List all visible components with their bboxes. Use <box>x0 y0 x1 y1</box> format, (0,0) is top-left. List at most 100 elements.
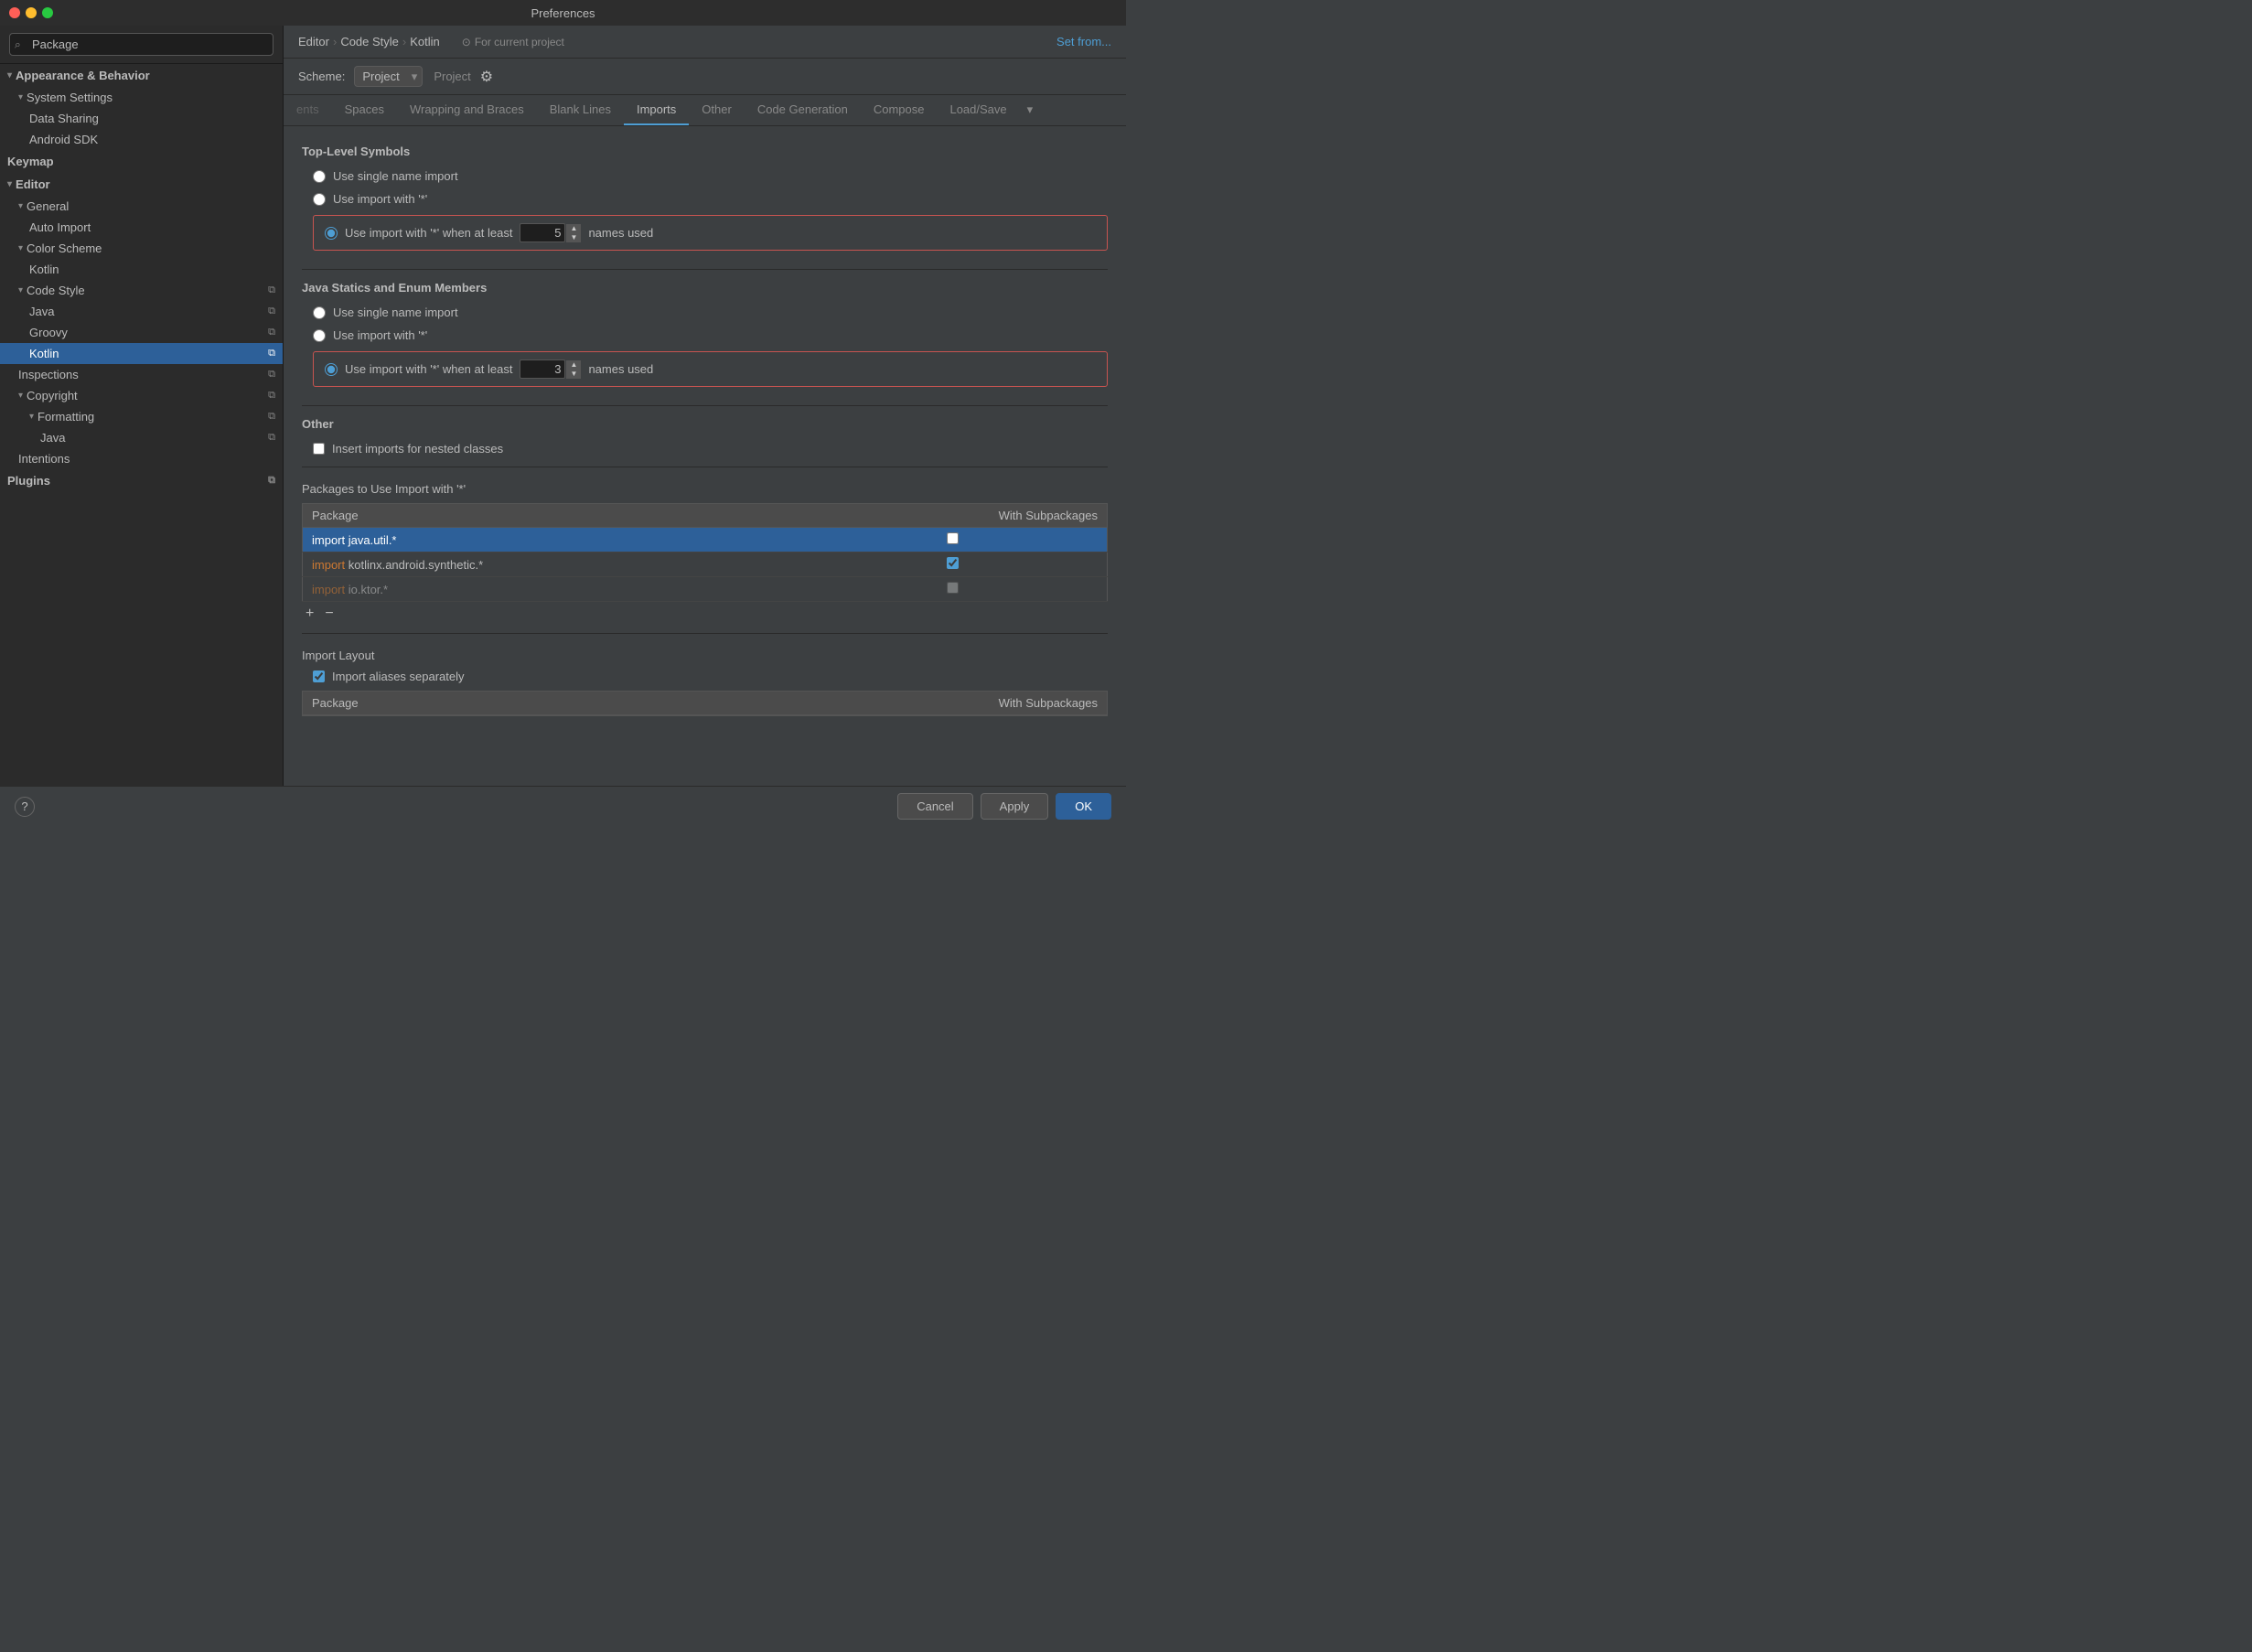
minimize-button[interactable] <box>26 7 37 18</box>
package-cell: import kotlinx.android.synthetic.* <box>303 552 799 577</box>
search-input[interactable] <box>9 33 273 56</box>
other-title: Other <box>302 417 1108 431</box>
tls-spinner-up[interactable]: ▲ <box>566 224 581 233</box>
scheme-row: Scheme: Project Project ⚙ <box>284 59 1126 95</box>
tab-ents[interactable]: ents <box>284 95 332 125</box>
subpackages-cell <box>799 552 1107 577</box>
maximize-button[interactable] <box>42 7 53 18</box>
sidebar-item-general[interactable]: ▾ General <box>0 196 283 217</box>
sidebar-item-editor[interactable]: ▾ Editor <box>0 173 283 196</box>
subpackages-cell <box>799 577 1107 602</box>
copy-icon: ⧉ <box>268 369 275 381</box>
scheme-gear-button[interactable]: ⚙ <box>480 68 493 86</box>
radio-tls-single[interactable] <box>313 170 326 183</box>
radio-js-single[interactable] <box>313 306 326 319</box>
table-actions: + − <box>302 606 1108 622</box>
cancel-button[interactable]: Cancel <box>897 793 972 820</box>
packages-col-header-package: Package <box>303 504 799 528</box>
sidebar-item-kotlin-color[interactable]: Kotlin <box>0 259 283 280</box>
sidebar-item-kotlin[interactable]: Kotlin ⧉ <box>0 343 283 364</box>
add-package-button[interactable]: + <box>302 606 317 622</box>
copy-icon: ⧉ <box>268 390 275 402</box>
copy-icon: ⧉ <box>268 411 275 423</box>
sidebar-item-intentions[interactable]: Intentions <box>0 448 283 469</box>
tab-blank-lines[interactable]: Blank Lines <box>537 95 624 125</box>
js-spinner-down[interactable]: ▼ <box>566 370 581 379</box>
tab-imports[interactable]: Imports <box>624 95 689 125</box>
subpackages-checkbox[interactable] <box>947 557 959 569</box>
packages-section: Packages to Use Import with '*' Package … <box>302 482 1108 622</box>
tabs-bar: ents Spaces Wrapping and Braces Blank Li… <box>284 95 1126 126</box>
radio-js-star-least[interactable] <box>325 363 338 376</box>
sidebar-item-formatting[interactable]: ▾ Formatting ⧉ <box>0 406 283 427</box>
sidebar-item-color-scheme[interactable]: ▾ Color Scheme <box>0 238 283 259</box>
radio-tls-star-least[interactable] <box>325 227 338 240</box>
table-row[interactable]: import java.util.* <box>303 528 1108 552</box>
sidebar-item-label: Kotlin <box>29 263 59 276</box>
js-spinner-input[interactable] <box>520 359 565 379</box>
breadcrumb-code-style: Code Style <box>340 35 399 48</box>
radio-row-tls-star: Use import with '*' <box>313 192 1108 206</box>
java-statics-highlighted-box: Use import with '*' when at least ▲ ▼ na… <box>313 351 1108 387</box>
ok-button[interactable]: OK <box>1056 793 1111 820</box>
js-spinner-up[interactable]: ▲ <box>566 360 581 370</box>
sidebar-item-data-sharing[interactable]: Data Sharing <box>0 108 283 129</box>
sidebar-item-inspections[interactable]: Inspections ⧉ <box>0 364 283 385</box>
top-level-highlighted-box: Use import with '*' when at least ▲ ▼ na… <box>313 215 1108 251</box>
import-aliases-checkbox[interactable] <box>313 670 325 682</box>
sidebar-item-copyright[interactable]: ▾ Copyright ⧉ <box>0 385 283 406</box>
scheme-label: Scheme: <box>298 70 345 83</box>
tab-code-generation[interactable]: Code Generation <box>745 95 861 125</box>
bottom-col1: Package <box>312 696 359 710</box>
remove-package-button[interactable]: − <box>321 606 337 622</box>
sidebar-item-appearance-behavior[interactable]: ▾ Appearance & Behavior <box>0 64 283 87</box>
sidebar-item-android-sdk[interactable]: Android SDK <box>0 129 283 150</box>
package-name: io.ktor.* <box>349 583 388 596</box>
tab-more-icon[interactable]: ▾ <box>1020 95 1041 125</box>
subpackages-checkbox[interactable] <box>947 582 959 594</box>
apply-button[interactable]: Apply <box>981 793 1049 820</box>
sidebar-item-label: Editor <box>16 177 50 191</box>
tab-other[interactable]: Other <box>689 95 745 125</box>
sidebar-item-label: General <box>27 199 69 213</box>
sidebar-item-label: Java <box>40 431 65 445</box>
window-title: Preferences <box>531 6 595 20</box>
sidebar-item-keymap[interactable]: Keymap <box>0 150 283 173</box>
import-keyword: import <box>312 533 349 547</box>
insert-imports-nested-checkbox[interactable] <box>313 443 325 455</box>
chevron-down-icon: ▾ <box>7 179 12 189</box>
tls-spinner-down[interactable]: ▼ <box>566 233 581 242</box>
tls-spinner-input[interactable] <box>520 223 565 242</box>
sidebar-item-java-formatting[interactable]: Java ⧉ <box>0 427 283 448</box>
close-button[interactable] <box>9 7 20 18</box>
table-row[interactable]: import kotlinx.android.synthetic.* <box>303 552 1108 577</box>
search-box: ⌕ <box>0 26 283 64</box>
sidebar-item-java[interactable]: Java ⧉ <box>0 301 283 322</box>
sidebar-item-groovy[interactable]: Groovy ⧉ <box>0 322 283 343</box>
set-from-button[interactable]: Set from... <box>1056 35 1111 48</box>
sidebar-item-label: Android SDK <box>29 133 98 146</box>
tab-wrapping[interactable]: Wrapping and Braces <box>397 95 537 125</box>
sidebar-item-auto-import[interactable]: Auto Import <box>0 217 283 238</box>
radio-tls-star[interactable] <box>313 193 326 206</box>
chevron-down-icon: ▾ <box>29 412 34 422</box>
tls-spinner-btns: ▲ ▼ <box>566 224 581 242</box>
tab-compose[interactable]: Compose <box>861 95 938 125</box>
radio-label-tls-single: Use single name import <box>333 169 458 183</box>
help-button[interactable]: ? <box>15 797 35 817</box>
sidebar-item-system-settings[interactable]: ▾ System Settings <box>0 87 283 108</box>
sidebar-item-code-style[interactable]: ▾ Code Style ⧉ <box>0 280 283 301</box>
title-bar: Preferences <box>0 0 1126 26</box>
tab-spaces[interactable]: Spaces <box>332 95 397 125</box>
sidebar-item-label: Inspections <box>18 368 79 381</box>
scheme-select[interactable]: Project <box>354 66 423 87</box>
table-row[interactable]: import io.ktor.* <box>303 577 1108 602</box>
breadcrumb-sep: › <box>333 35 337 48</box>
radio-js-star[interactable] <box>313 329 326 342</box>
tab-load-save[interactable]: Load/Save <box>937 95 1019 125</box>
copy-icon: ⧉ <box>268 327 275 338</box>
for-project-label: ⊙ For current project <box>462 36 564 48</box>
radio-row-js-star: Use import with '*' <box>313 328 1108 342</box>
subpackages-checkbox[interactable] <box>947 532 959 544</box>
sidebar-item-plugins[interactable]: Plugins ⧉ <box>0 469 283 492</box>
